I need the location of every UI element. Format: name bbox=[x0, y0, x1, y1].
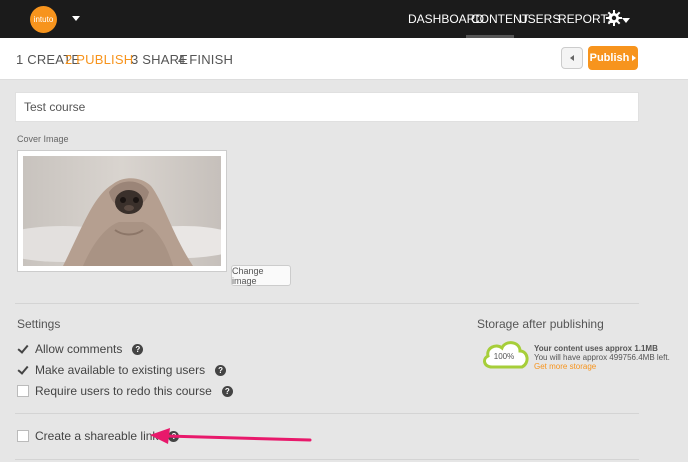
option-label: Require users to redo this course bbox=[35, 384, 212, 398]
cover-image bbox=[23, 156, 221, 266]
publish-button[interactable]: Publish bbox=[588, 46, 638, 70]
top-navbar: intuto DASHBOARD CONTENT USERS REPORTS bbox=[0, 0, 688, 38]
option-label: Make available to existing users bbox=[35, 363, 206, 377]
step-finish[interactable]: 4 FINISH bbox=[178, 52, 233, 67]
option-label: Create a shareable link bbox=[35, 429, 159, 443]
option-label: Allow comments bbox=[35, 342, 123, 356]
step-publish[interactable]: 2 PUBLISH bbox=[65, 52, 133, 67]
pug-blanket-photo bbox=[23, 156, 221, 266]
chevron-left-icon bbox=[570, 55, 574, 61]
option-require-redo: Require users to redo this course ? bbox=[17, 384, 233, 398]
chevron-down-icon[interactable] bbox=[622, 18, 630, 23]
publish-button-label: Publish bbox=[589, 52, 630, 64]
existing-users-checkbox[interactable] bbox=[17, 364, 29, 376]
storage-usage-text: Your content uses approx 1.1MB bbox=[534, 344, 658, 353]
divider bbox=[15, 459, 639, 460]
divider bbox=[15, 303, 639, 304]
cover-image-frame bbox=[17, 150, 227, 272]
option-allow-comments: Allow comments ? bbox=[17, 342, 144, 356]
annotation-arrow bbox=[150, 428, 312, 444]
course-title-input[interactable]: Test course bbox=[15, 92, 639, 122]
nav-users[interactable]: USERS bbox=[519, 0, 560, 38]
cloud-icon: 100% bbox=[483, 341, 529, 369]
wizard-steps-bar: 1 CREATE 2 PUBLISH 3 SHARE 4 FINISH Publ… bbox=[0, 38, 688, 80]
help-icon[interactable]: ? bbox=[132, 343, 144, 355]
require-redo-checkbox[interactable] bbox=[17, 385, 29, 397]
get-more-storage-link[interactable]: Get more storage bbox=[534, 362, 596, 371]
storage-percent: 100% bbox=[494, 352, 514, 361]
allow-comments-checkbox[interactable] bbox=[17, 343, 29, 355]
chevron-right-icon bbox=[632, 55, 637, 61]
gear-icon[interactable] bbox=[606, 10, 622, 26]
help-icon[interactable]: ? bbox=[221, 385, 233, 397]
help-icon[interactable]: ? bbox=[215, 364, 227, 376]
back-button[interactable] bbox=[561, 47, 583, 69]
settings-heading: Settings bbox=[17, 317, 61, 331]
storage-heading: Storage after publishing bbox=[477, 317, 604, 331]
option-existing-users: Make available to existing users ? bbox=[17, 363, 227, 377]
shareable-link-checkbox[interactable] bbox=[17, 430, 29, 442]
change-image-button[interactable]: Change image bbox=[231, 265, 291, 286]
chevron-down-icon[interactable] bbox=[72, 16, 80, 21]
divider bbox=[15, 413, 639, 414]
cover-image-label: Cover Image bbox=[17, 134, 69, 144]
intuto-logo[interactable]: intuto bbox=[30, 6, 57, 33]
storage-remaining-text: You will have approx 499756.4MB left. bbox=[534, 353, 670, 362]
